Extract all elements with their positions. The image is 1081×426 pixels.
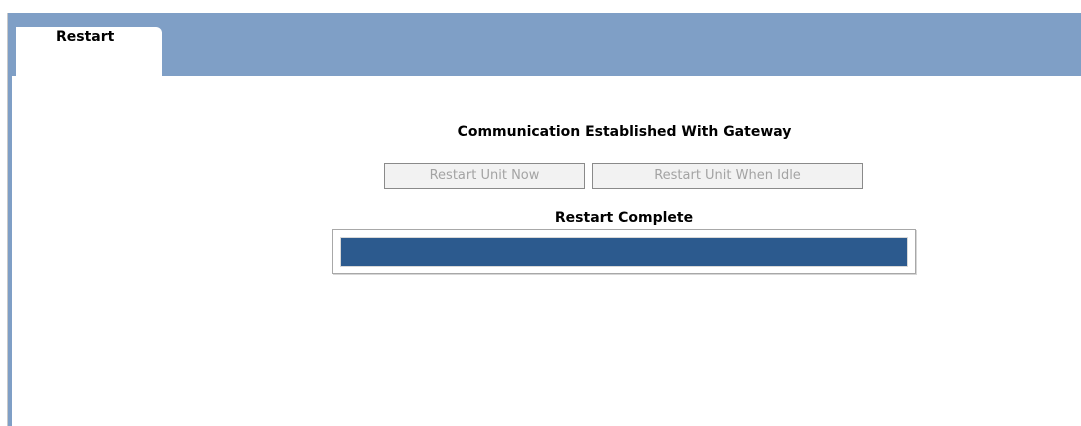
restart-progress-bar (332, 229, 916, 274)
restart-unit-when-idle-button[interactable]: Restart Unit When Idle (592, 163, 863, 189)
progress-track (340, 237, 908, 267)
tab-bar (12, 13, 1081, 76)
tab-restart[interactable]: Restart (16, 27, 162, 77)
tab-restart-label: Restart (56, 29, 115, 45)
connection-status-text: Communication Established With Gateway (457, 124, 792, 140)
restart-status-text: Restart Complete (554, 210, 694, 226)
restart-unit-now-button[interactable]: Restart Unit Now (384, 163, 585, 189)
progress-fill (341, 238, 907, 266)
